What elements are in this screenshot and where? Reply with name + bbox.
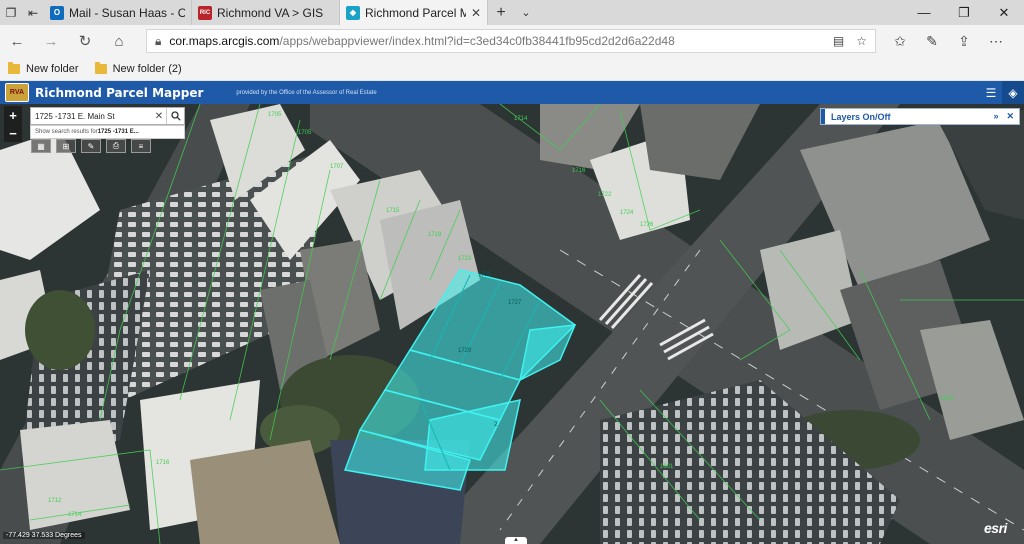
parcel-label: 1715 [386,208,400,214]
collapse-panel-icon[interactable]: » [993,111,998,122]
parcel-label: 1722 [598,192,612,198]
esri-logo: esri [984,520,1007,536]
tab-title: Mail - Susan Haas - Outlook [69,5,185,20]
map-view[interactable]: 1705 1705 1707 1715 1719 1723 1725 1727 … [0,104,1024,544]
print-icon[interactable]: ⎙ [106,139,126,153]
tab-list-chevron-icon[interactable]: ⌄ [514,0,538,25]
basemap-gallery-icon[interactable]: ▦ [31,139,51,153]
favorite-folder-2[interactable]: New folder (2) [94,61,182,75]
parcel-label: 2 [494,422,498,428]
parcel-label: 1712 [48,498,62,504]
refresh-icon[interactable]: ↻ [68,25,102,57]
favorite-star-icon[interactable]: ☆ [856,34,867,48]
set-tabs-aside-icon[interactable]: ⇤ [22,0,44,25]
address-bar[interactable]: 🔒︎ cor.maps.arcgis.com/apps/webappviewer… [146,29,876,53]
zoom-out-button[interactable]: − [4,124,22,142]
arcgis-icon: ◆ [346,5,360,20]
attribute-table-toggle[interactable]: ▲ [505,537,527,544]
url-path: /apps/webappviewer/index.html?id=c3ed34c… [279,34,675,48]
home-icon[interactable]: ⌂ [102,25,136,57]
zoom-control: + − [4,106,22,142]
share-icon[interactable]: ⇪ [948,33,980,50]
app-subtitle: provided by the Office of the Assessor o… [236,89,377,96]
parcel-label: 1819 [940,396,954,402]
parcel-label: 1723 [458,256,472,262]
parcel-label: 1801 [660,464,674,470]
outlook-icon: O [50,5,64,20]
favorites-hub-icon[interactable]: ✩ [884,33,916,50]
parcel-label: 1714 [514,116,528,122]
favorite-label: New folder (2) [112,62,182,75]
reading-view-icon[interactable]: ▤ [833,34,844,48]
search-button[interactable] [166,108,184,124]
richmond-icon: RIC [198,5,212,20]
layers-panel: Layers On/Off » ✕ [820,108,1020,125]
browser-tab-bar: ❐ ⇤ O Mail - Susan Haas - Outlook RIC Ri… [0,0,1024,25]
search-input[interactable]: 1725 -1731 E. Main St [31,112,152,121]
search-suggestion[interactable]: Show search results for 1725 -1731 E... [30,125,185,139]
parcel-label: 1719 [428,232,442,238]
web-note-icon[interactable]: ✎ [916,33,948,50]
close-window-icon[interactable]: ✕ [984,0,1024,25]
browser-nav-bar: ← → ↻ ⌂ 🔒︎ cor.maps.arcgis.com/apps/weba… [0,25,1024,57]
search-icon [170,111,181,121]
parcel-label: 1726 [640,222,654,228]
tab-preview-icon[interactable]: ❐ [0,0,22,25]
measure-icon[interactable]: ⊞ [56,139,76,153]
parcel-label: 1714 [68,512,82,518]
lock-icon[interactable]: 🔒︎ [155,34,161,49]
favorite-folder-1[interactable]: New folder [8,61,79,75]
tab-richmond-gis[interactable]: RIC Richmond VA > GIS [192,0,340,25]
panel-accent [821,109,825,124]
list-icon[interactable]: ≡ [131,139,151,153]
parcel-label: 1705 [298,130,312,136]
restore-icon[interactable]: ❐ [944,0,984,25]
parcel-label: 1724 [620,210,634,216]
window-controls: — ❐ ✕ [904,0,1024,25]
draw-icon[interactable]: ✎ [81,139,101,153]
forward-arrow-icon[interactable]: → [34,25,68,57]
parcel-label: 1707 [330,164,344,170]
layers-panel-title: Layers On/Off [831,111,891,122]
parcel-label: 1705 [268,112,282,118]
suggestion-prefix: Show search results for [35,129,98,135]
city-logo: RVA [5,83,29,102]
address-search: 1725 -1731 E. Main St ✕ [30,107,185,125]
esri-logo-text: esri [984,520,1007,536]
close-panel-icon[interactable]: ✕ [1006,111,1014,122]
tab-outlook[interactable]: O Mail - Susan Haas - Outlook [44,0,192,25]
url-host: cor.maps.arcgis.com [169,34,280,48]
clear-search-icon[interactable]: ✕ [152,111,166,122]
tab-title: Richmond Parcel Mapper [365,5,466,20]
suggestion-query: 1725 -1731 E... [97,129,139,135]
new-tab-button[interactable]: + [488,0,514,25]
parcel-label: 1716 [156,460,170,466]
layers-icon[interactable]: ◈ [1002,81,1024,104]
coordinate-readout: -77.429 37.533 Degrees [3,532,85,539]
minimize-icon[interactable]: — [904,0,944,25]
app-header: RVA Richmond Parcel Mapper provided by t… [0,81,1024,104]
parcel-label-layer: 1705 1705 1707 1715 1719 1723 1725 1727 … [0,104,1024,544]
tab-parcel-mapper[interactable]: ◆ Richmond Parcel Mapper ✕ [340,0,488,25]
favorite-label: New folder [26,62,79,75]
favorites-bar: New folder New folder (2) [0,57,1024,81]
layer-list-icon[interactable]: ☰ [980,81,1002,104]
parcel-label: 1727 [508,300,522,306]
close-tab-icon[interactable]: ✕ [471,6,481,20]
parcel-label: 1716 [572,168,586,174]
folder-icon [8,61,20,74]
back-arrow-icon[interactable]: ← [0,25,34,57]
tab-title: Richmond VA > GIS [217,5,324,20]
folder-icon [94,61,107,74]
parcel-label: 1729 [458,348,472,354]
more-menu-icon[interactable]: ⋯ [980,33,1012,50]
map-tool-row: ▦ ⊞ ✎ ⎙ ≡ [31,139,151,153]
app-title: Richmond Parcel Mapper [35,85,204,100]
parcel-label: 1725 [478,272,492,278]
zoom-in-button[interactable]: + [4,106,22,124]
